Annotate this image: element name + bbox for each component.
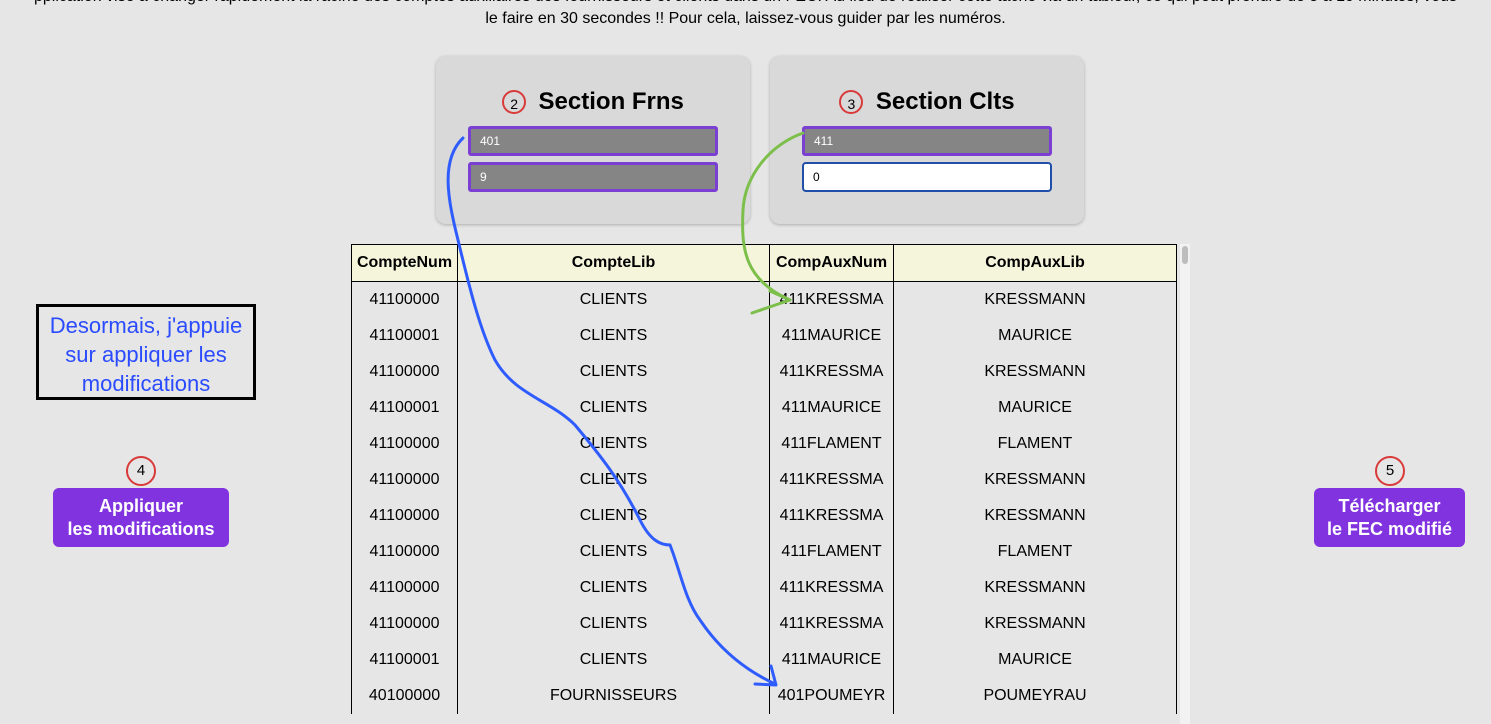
cell-comptenum: 41100000	[351, 606, 458, 642]
header-compauxnum: CompAuxNum	[769, 244, 894, 282]
cell-comptelib: CLIENTS	[457, 642, 770, 678]
table-row: 41100000 CLIENTS 411KRESSMA KRESSMANN	[351, 281, 1177, 318]
cell-compauxnum: 411KRESSMA	[769, 462, 894, 498]
cell-comptelib: CLIENTS	[457, 281, 770, 318]
cell-comptelib: CLIENTS	[457, 498, 770, 534]
cell-compauxlib: KRESSMANN	[893, 281, 1177, 318]
table-row: 41100001 CLIENTS 411MAURICE MAURICE	[351, 642, 1177, 678]
cell-comptelib: CLIENTS	[457, 570, 770, 606]
cell-compauxlib: KRESSMANN	[893, 354, 1177, 390]
cell-compauxnum: 411KRESSMA	[769, 606, 894, 642]
cell-compauxnum: 401POUMEYR	[769, 678, 894, 714]
intro-line-1: pplication vise à changer rapidement la …	[0, 0, 1491, 8]
clts-old-root-input[interactable]: 411	[802, 126, 1052, 156]
apply-label-line-2: les modifications	[67, 519, 215, 539]
header-comptelib: CompteLib	[457, 244, 770, 282]
cell-comptenum: 41100000	[351, 462, 458, 498]
cell-comptenum: 41100000	[351, 570, 458, 606]
cell-compauxnum: 411MAURICE	[769, 642, 894, 678]
table-row: 41100000 CLIENTS 411KRESSMA KRESSMANN	[351, 498, 1177, 534]
cell-compauxlib: FLAMENT	[893, 534, 1177, 570]
cell-comptelib: FOURNISSEURS	[457, 678, 770, 714]
step-3-badge: 3	[839, 90, 864, 114]
note-line-1: Desormais, j'appuie	[49, 313, 243, 338]
table-row: 41100000 CLIENTS 411FLAMENT FLAMENT	[351, 426, 1177, 462]
section-clts-header: 3 Section Clts	[770, 88, 1084, 116]
frns-old-root-input[interactable]: 401	[468, 126, 718, 156]
cell-compauxnum: 411MAURICE	[769, 318, 894, 354]
cell-compauxlib: KRESSMANN	[893, 606, 1177, 642]
cell-compauxlib: MAURICE	[893, 390, 1177, 426]
table-row: 41100001 CLIENTS 411MAURICE MAURICE	[351, 318, 1177, 354]
fec-table-container: CompteNum CompteLib CompAuxNum CompAuxLi…	[351, 244, 1177, 724]
cell-comptenum: 41100000	[351, 426, 458, 462]
section-frns-title: Section Frns	[538, 88, 684, 115]
intro-line-2: le faire en 30 secondes !! Pour cela, la…	[485, 10, 1006, 27]
cell-compauxlib: FLAMENT	[893, 426, 1177, 462]
fec-table: CompteNum CompteLib CompAuxNum CompAuxLi…	[351, 244, 1177, 714]
note-line-2: sur appliquer les	[65, 342, 227, 367]
cell-compauxnum: 411KRESSMA	[769, 498, 894, 534]
cell-compauxlib: MAURICE	[893, 318, 1177, 354]
cell-comptenum: 41100000	[351, 534, 458, 570]
cell-compauxlib: KRESSMANN	[893, 462, 1177, 498]
download-label-line-2: le FEC modifié	[1326, 519, 1452, 539]
section-clts-title: Section Clts	[875, 88, 1015, 115]
step-2-badge: 2	[502, 90, 527, 114]
table-header-row: CompteNum CompteLib CompAuxNum CompAuxLi…	[351, 244, 1177, 282]
cell-compauxnum: 411FLAMENT	[769, 426, 894, 462]
table-row: 41100000 CLIENTS 411KRESSMA KRESSMANN	[351, 462, 1177, 498]
cell-compauxnum: 411KRESSMA	[769, 281, 894, 318]
download-fec-button[interactable]: Télécharger le FEC modifié	[1314, 488, 1465, 547]
cell-comptelib: CLIENTS	[457, 606, 770, 642]
cell-comptenum: 41100000	[351, 281, 458, 318]
table-row: 41100000 CLIENTS 411KRESSMA KRESSMANN	[351, 606, 1177, 642]
cell-comptenum: 40100000	[351, 678, 458, 714]
clts-new-root-input[interactable]: 0	[802, 162, 1052, 192]
cell-compauxnum: 411FLAMENT	[769, 534, 894, 570]
scrollbar-thumb[interactable]	[1182, 246, 1188, 264]
cell-comptelib: CLIENTS	[457, 534, 770, 570]
intro-text: pplication vise à changer rapidement la …	[0, 0, 1491, 30]
cell-compauxnum: 411KRESSMA	[769, 570, 894, 606]
cell-comptelib: CLIENTS	[457, 390, 770, 426]
table-row: 40100000 FOURNISSEURS 401POUMEYR POUMEYRAU	[351, 678, 1177, 714]
note-line-3: modifications	[81, 371, 211, 396]
cell-comptelib: CLIENTS	[457, 462, 770, 498]
step-5-badge: 5	[1375, 456, 1405, 486]
cell-comptelib: CLIENTS	[457, 318, 770, 354]
table-row: 41100001 CLIENTS 411MAURICE MAURICE	[351, 390, 1177, 426]
table-scrollbar[interactable]	[1180, 244, 1190, 724]
table-row: 41100000 CLIENTS 411KRESSMA KRESSMANN	[351, 354, 1177, 390]
cell-compauxlib: POUMEYRAU	[893, 678, 1177, 714]
section-clts-card: 3 Section Clts 411 0	[770, 56, 1084, 224]
annotation-note: Desormais, j'appuie sur appliquer les mo…	[36, 304, 256, 400]
cell-compauxlib: KRESSMANN	[893, 498, 1177, 534]
apply-modifications-button[interactable]: Appliquer les modifications	[53, 488, 229, 547]
table-row: 41100000 CLIENTS 411FLAMENT FLAMENT	[351, 534, 1177, 570]
apply-label-line-1: Appliquer	[99, 496, 183, 516]
header-compauxlib: CompAuxLib	[893, 244, 1177, 282]
cell-comptenum: 41100001	[351, 390, 458, 426]
cell-compauxnum: 411MAURICE	[769, 390, 894, 426]
cell-comptenum: 41100001	[351, 318, 458, 354]
header-comptenum: CompteNum	[351, 244, 458, 282]
cell-comptenum: 41100000	[351, 498, 458, 534]
frns-new-root-input[interactable]: 9	[468, 162, 718, 192]
section-frns-card: 2 Section Frns 401 9	[436, 56, 750, 224]
cell-compauxlib: KRESSMANN	[893, 570, 1177, 606]
table-row: 41100000 CLIENTS 411KRESSMA KRESSMANN	[351, 570, 1177, 606]
cell-comptelib: CLIENTS	[457, 426, 770, 462]
section-frns-header: 2 Section Frns	[436, 88, 750, 116]
cell-comptenum: 41100000	[351, 354, 458, 390]
step-4-badge: 4	[126, 456, 156, 486]
cell-comptelib: CLIENTS	[457, 354, 770, 390]
cell-compauxlib: MAURICE	[893, 642, 1177, 678]
download-label-line-1: Télécharger	[1338, 496, 1441, 516]
cell-compauxnum: 411KRESSMA	[769, 354, 894, 390]
cell-comptenum: 41100001	[351, 642, 458, 678]
